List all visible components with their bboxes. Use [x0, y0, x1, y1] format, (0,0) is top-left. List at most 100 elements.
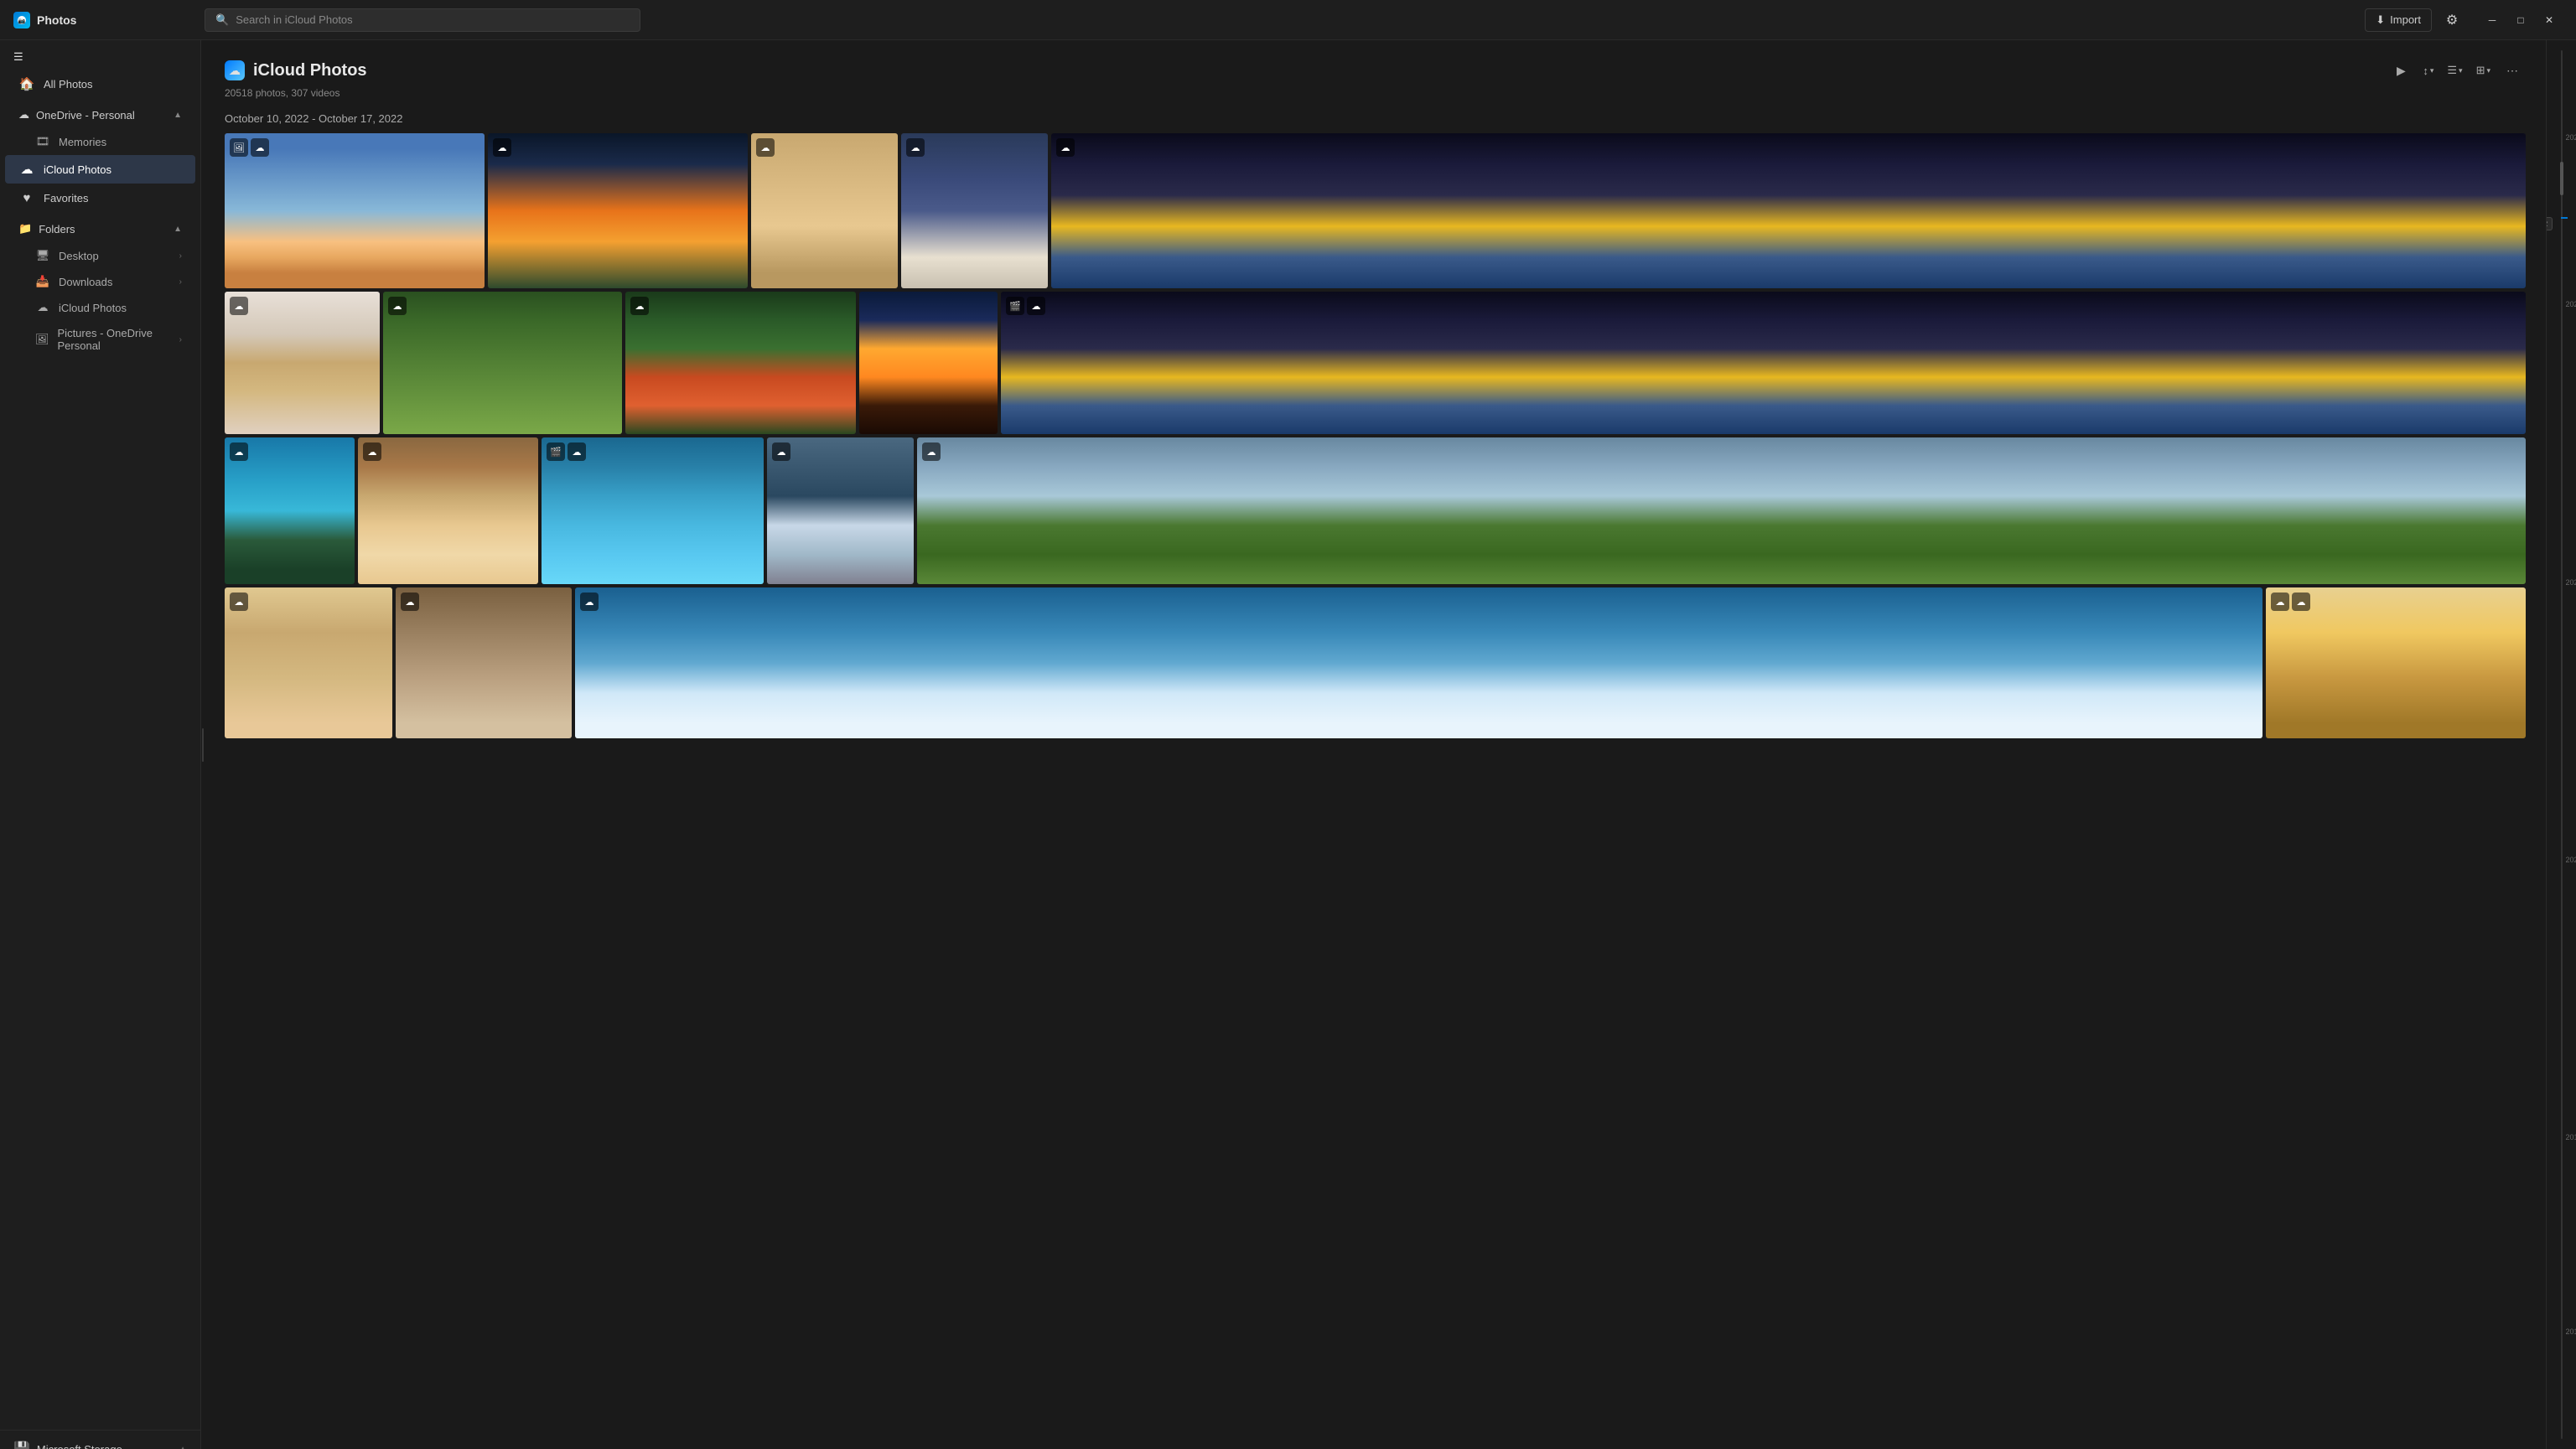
- photo-item[interactable]: ☁: [225, 292, 380, 434]
- date-section-header: October 10, 2022 - October 17, 2022: [225, 112, 2526, 125]
- app-title: Photos: [37, 13, 76, 27]
- photo-item[interactable]: ☁: [225, 587, 392, 738]
- folders-label: Folders: [39, 223, 75, 235]
- view-icon: ⊞: [2476, 64, 2485, 77]
- sidebar-storage-footer: 💾 Microsoft Storage ▲ 2.2 GB used of 5 G…: [0, 1430, 200, 1449]
- timeline-thumb[interactable]: [2560, 162, 2563, 195]
- icloud-folder-icon: ☁: [35, 301, 50, 314]
- minimize-button[interactable]: ─: [2479, 7, 2506, 34]
- favorites-icon: ♥: [18, 191, 35, 205]
- import-button[interactable]: ⬇ Import: [2365, 8, 2432, 32]
- photo-item[interactable]: 🎬 ☁: [542, 437, 764, 584]
- close-button[interactable]: ✕: [2536, 7, 2563, 34]
- photo-item[interactable]: ☁ ☁: [2266, 587, 2526, 738]
- more-icon: ⋯: [2506, 64, 2518, 78]
- photo-item[interactable]: ☁: [225, 437, 355, 584]
- sidebar-item-all-photos[interactable]: 🏠 All Photos: [5, 70, 195, 98]
- photo-item[interactable]: 🖼 ☁: [225, 133, 485, 288]
- timeline-track: Oct 2022 2023 2022 2021 2020 2019 2018: [2561, 50, 2563, 1439]
- sort-arrow-icon: ▾: [2430, 66, 2434, 75]
- sidebar-item-memories[interactable]: 🎞 Memories: [5, 129, 195, 154]
- downloads-icon: 📥: [35, 275, 50, 288]
- search-input[interactable]: [236, 13, 630, 26]
- photo-item[interactable]: ☁: [488, 133, 748, 288]
- timeline-sidebar[interactable]: Oct 2022 2023 2022 2021 2020 2019 2018: [2546, 40, 2576, 1449]
- sidebar-onedrive-section[interactable]: ☁ OneDrive - Personal ▲: [5, 101, 195, 128]
- storage-icon: 💾: [13, 1441, 30, 1449]
- search-icon: 🔍: [215, 13, 229, 27]
- pictures-onedrive-label: Pictures - OneDrive Personal: [58, 327, 171, 352]
- downloads-label: Downloads: [59, 276, 112, 288]
- view-button[interactable]: ⊞ ▾: [2471, 57, 2496, 84]
- photo-item[interactable]: ☁: [901, 133, 1048, 288]
- photo-item[interactable]: ☁: [917, 437, 2526, 584]
- photo-grid-row2: ☁ ☁: [225, 292, 2526, 434]
- oct-2022-marker: Oct 2022: [2546, 217, 2553, 230]
- icloud-folder-label: iCloud Photos: [59, 302, 127, 314]
- desktop-expand-icon: ›: [179, 251, 182, 261]
- sidebar-item-label: All Photos: [44, 78, 93, 91]
- more-options-button[interactable]: ⋯: [2499, 57, 2526, 84]
- photo-item[interactable]: ☁: [1051, 133, 2526, 288]
- import-icon: ⬇: [2376, 13, 2385, 27]
- year-2020: 2020: [2566, 856, 2576, 864]
- import-label: Import: [2390, 13, 2421, 26]
- sidebar-item-icloud-folder[interactable]: ☁ iCloud Photos: [5, 295, 195, 320]
- photo-grid-row1: 🖼 ☁ ☁: [225, 133, 2526, 288]
- slideshow-button[interactable]: ▶: [2387, 57, 2414, 84]
- onedrive-collapse-icon: ▲: [174, 111, 182, 120]
- photos-area[interactable]: ☁ iCloud Photos ▶ ↕ ▾: [205, 40, 2546, 1449]
- desktop-icon: 🖥: [35, 249, 50, 262]
- photo-item[interactable]: ☁: [575, 587, 2262, 738]
- sidebar-item-icloud-photos[interactable]: ☁ iCloud Photos: [5, 155, 195, 184]
- page-header: ☁ iCloud Photos ▶ ↕ ▾: [225, 57, 2526, 84]
- photo-item[interactable]: ☁: [396, 587, 572, 738]
- photo-item[interactable]: ☁: [625, 292, 856, 434]
- maximize-button[interactable]: □: [2507, 7, 2534, 34]
- app-icon: 📷: [13, 12, 30, 28]
- icloud-photos-label: iCloud Photos: [44, 163, 111, 176]
- photo-item[interactable]: [859, 292, 998, 434]
- topbar: 📷 Photos 🔍 ⬇ Import ⚙ ─ □ ✕: [0, 0, 2576, 40]
- photo-item[interactable]: ☁: [383, 292, 622, 434]
- storage-collapse-icon[interactable]: ▲: [179, 1445, 187, 1449]
- all-photos-icon: 🏠: [18, 76, 35, 91]
- sidebar-hamburger[interactable]: ☰: [0, 45, 200, 69]
- photo-grid-row3: ☁ ☁: [225, 437, 2526, 584]
- main-content: ☁ iCloud Photos ▶ ↕ ▾: [205, 40, 2576, 1449]
- desktop-label: Desktop: [59, 250, 99, 262]
- filter-arrow-icon: ▾: [2459, 66, 2463, 75]
- search-box: 🔍: [205, 8, 640, 32]
- app-title-area: 📷 Photos: [13, 12, 198, 28]
- sidebar-item-downloads[interactable]: 📥 Downloads ›: [5, 269, 195, 294]
- photo-item[interactable]: 🎬 ☁: [1001, 292, 2526, 434]
- icloud-page-icon: ☁: [225, 60, 245, 80]
- onedrive-label: OneDrive - Personal: [36, 109, 135, 122]
- memories-label: Memories: [59, 136, 106, 148]
- onedrive-icon: ☁: [18, 108, 29, 122]
- sort-icon: ↕: [2423, 65, 2428, 77]
- favorites-label: Favorites: [44, 192, 88, 204]
- page-subtitle: 20518 photos, 307 videos: [225, 87, 2526, 99]
- year-2023: 2023: [2566, 133, 2576, 142]
- photo-item[interactable]: ☁: [767, 437, 914, 584]
- pictures-expand-icon: ›: [179, 335, 182, 344]
- settings-icon: ⚙: [2446, 12, 2458, 28]
- sidebar-item-favorites[interactable]: ♥ Favorites: [5, 184, 195, 212]
- folders-collapse-icon: ▲: [174, 225, 182, 234]
- hamburger-icon: ☰: [13, 50, 23, 63]
- icloud-icon: ☁: [18, 162, 35, 177]
- filter-button[interactable]: ☰ ▾: [2442, 57, 2467, 84]
- pictures-onedrive-icon: 🖼: [35, 333, 49, 346]
- sidebar-folders-section[interactable]: 📁 Folders ▲: [5, 215, 195, 242]
- page-toolbar: ▶ ↕ ▾ ☰ ▾ ⊞ ▾: [2387, 57, 2526, 84]
- sidebar-item-pictures-onedrive[interactable]: 🖼 Pictures - OneDrive Personal ›: [5, 321, 195, 358]
- photo-item[interactable]: ☁: [751, 133, 898, 288]
- filter-icon: ☰: [2447, 64, 2457, 77]
- photo-item[interactable]: ☁: [358, 437, 538, 584]
- page-title: iCloud Photos: [253, 61, 367, 80]
- sort-button[interactable]: ↕ ▾: [2418, 57, 2439, 84]
- timeline-indicator: [2561, 217, 2568, 219]
- settings-button[interactable]: ⚙: [2439, 7, 2465, 34]
- sidebar-item-desktop[interactable]: 🖥 Desktop ›: [5, 243, 195, 268]
